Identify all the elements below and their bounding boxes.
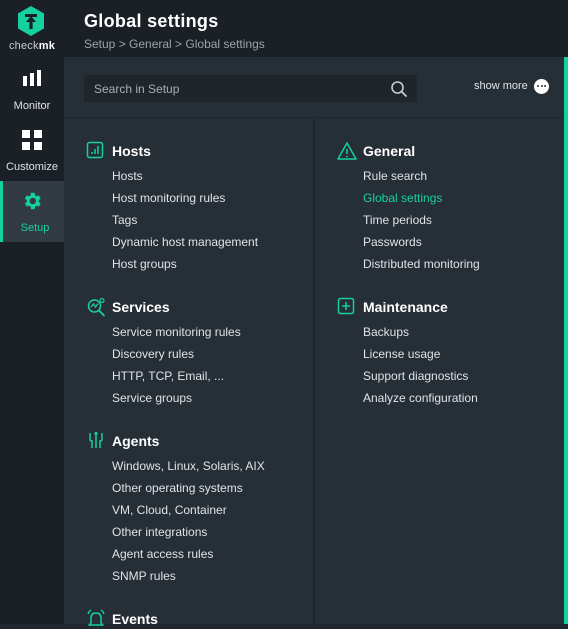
menu-item-other-operating-systems[interactable]: Other operating systems [112, 481, 265, 503]
maintenance-list: Backups License usage Support diagnostic… [363, 325, 478, 413]
scroll-accent-bar[interactable] [564, 57, 568, 624]
setup-column-left: Hosts Hosts Host monitoring rules Tags D… [64, 119, 313, 627]
hosts-list: Hosts Host monitoring rules Tags Dynamic… [112, 169, 258, 279]
general-list: Rule search Global settings Time periods… [363, 169, 480, 279]
sidebar-item-monitor[interactable]: Monitor [0, 59, 64, 120]
search-icon[interactable] [390, 80, 408, 98]
menu-item-agent-access-rules[interactable]: Agent access rules [112, 547, 265, 569]
bell-icon [87, 609, 105, 626]
warning-triangle-icon [337, 142, 357, 160]
search-input[interactable] [84, 75, 384, 102]
hosts-icon [86, 141, 104, 159]
menu-item-host-monitoring-rules[interactable]: Host monitoring rules [112, 191, 258, 213]
breadcrumb[interactable]: Setup > General > Global settings [84, 37, 265, 51]
sidebar-item-label: Setup [20, 222, 50, 234]
grid-icon [22, 130, 42, 150]
sidebar-item-label: Monitor [13, 100, 51, 112]
services-list: Service monitoring rules Discovery rules… [112, 325, 241, 413]
menu-item-rule-search[interactable]: Rule search [363, 169, 480, 191]
menu-item-snmp-rules[interactable]: SNMP rules [112, 569, 265, 591]
section-title-events[interactable]: Events [112, 611, 158, 627]
menu-item-backups[interactable]: Backups [363, 325, 478, 347]
menu-item-tags[interactable]: Tags [112, 213, 258, 235]
menu-item-time-periods[interactable]: Time periods [363, 213, 480, 235]
checkmk-logo-icon [18, 6, 44, 36]
menu-item-other-integrations[interactable]: Other integrations [112, 525, 265, 547]
menu-item-discovery-rules[interactable]: Discovery rules [112, 347, 241, 369]
setup-main-panel: show more Hosts Hosts Host monitoring ru… [64, 57, 564, 627]
section-title-maintenance[interactable]: Maintenance [363, 299, 448, 315]
sidebar-item-customize[interactable]: Customize [0, 120, 64, 181]
agents-icon [89, 431, 103, 448]
page-title: Global settings [84, 11, 219, 31]
section-title-hosts[interactable]: Hosts [112, 143, 151, 159]
section-title-agents[interactable]: Agents [112, 433, 159, 449]
checkmk-logo[interactable]: checkmk [0, 0, 64, 58]
page-header: Global settings Setup > General > Global… [64, 0, 568, 57]
search-box [84, 75, 417, 102]
menu-item-passwords[interactable]: Passwords [363, 235, 480, 257]
bar-chart-icon [23, 70, 41, 86]
logo-text: checkmk [8, 40, 56, 52]
menu-item-host-groups[interactable]: Host groups [112, 257, 258, 279]
menu-item-service-groups[interactable]: Service groups [112, 391, 241, 413]
menu-item-license-usage[interactable]: License usage [363, 347, 478, 369]
sidebar-item-label: Customize [6, 161, 58, 173]
services-icon [87, 297, 105, 317]
section-title-services[interactable]: Services [112, 299, 170, 315]
main-sidebar: checkmk Monitor Customize Setup [0, 0, 64, 624]
plus-box-icon [337, 297, 355, 315]
setup-toolbar: show more [64, 57, 564, 118]
menu-item-dynamic-host-management[interactable]: Dynamic host management [112, 235, 258, 257]
menu-item-vm-cloud-container[interactable]: VM, Cloud, Container [112, 503, 265, 525]
menu-item-support-diagnostics[interactable]: Support diagnostics [363, 369, 478, 391]
gear-icon [24, 192, 41, 210]
section-title-general[interactable]: General [363, 143, 415, 159]
menu-item-analyze-configuration[interactable]: Analyze configuration [363, 391, 478, 413]
more-dots-icon[interactable] [534, 79, 549, 94]
setup-column-right: General Rule search Global settings Time… [315, 119, 564, 624]
menu-item-distributed-monitoring[interactable]: Distributed monitoring [363, 257, 480, 279]
agents-list: Windows, Linux, Solaris, AIX Other opera… [112, 459, 265, 591]
sidebar-item-setup[interactable]: Setup [0, 181, 64, 242]
menu-item-windows-linux-solaris-aix[interactable]: Windows, Linux, Solaris, AIX [112, 459, 265, 481]
menu-item-hosts[interactable]: Hosts [112, 169, 258, 191]
menu-item-http-tcp-email[interactable]: HTTP, TCP, Email, ... [112, 369, 241, 391]
menu-item-global-settings[interactable]: Global settings [363, 191, 480, 213]
menu-item-service-monitoring-rules[interactable]: Service monitoring rules [112, 325, 241, 347]
show-more-toggle[interactable]: show more [474, 80, 528, 92]
